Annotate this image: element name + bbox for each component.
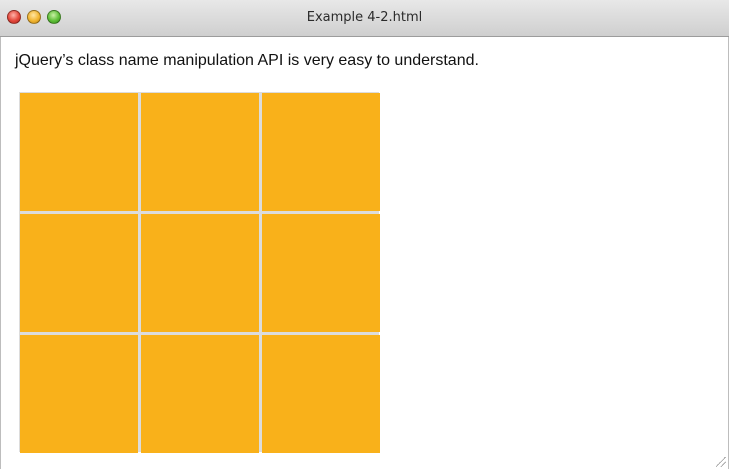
- window-title: Example 4-2.html: [306, 10, 423, 25]
- browser-window: Example 4-2.html jQuery’s class name man…: [0, 0, 729, 469]
- square-grid: [19, 92, 380, 453]
- title-bar[interactable]: Example 4-2.html: [0, 0, 729, 37]
- grid-cell: [141, 93, 259, 211]
- intro-text: jQuery’s class name manipulation API is …: [15, 52, 479, 69]
- grid-cell: [141, 214, 259, 332]
- resize-grip-icon[interactable]: [716, 457, 726, 467]
- grid-cell: [20, 335, 138, 453]
- grid-cell: [262, 335, 380, 453]
- grid-cell: [262, 93, 380, 211]
- page-content: jQuery’s class name manipulation API is …: [0, 37, 729, 469]
- grid-cell: [20, 214, 138, 332]
- grid-cell: [141, 335, 259, 453]
- grid-cell: [20, 93, 138, 211]
- grid-cell: [262, 214, 380, 332]
